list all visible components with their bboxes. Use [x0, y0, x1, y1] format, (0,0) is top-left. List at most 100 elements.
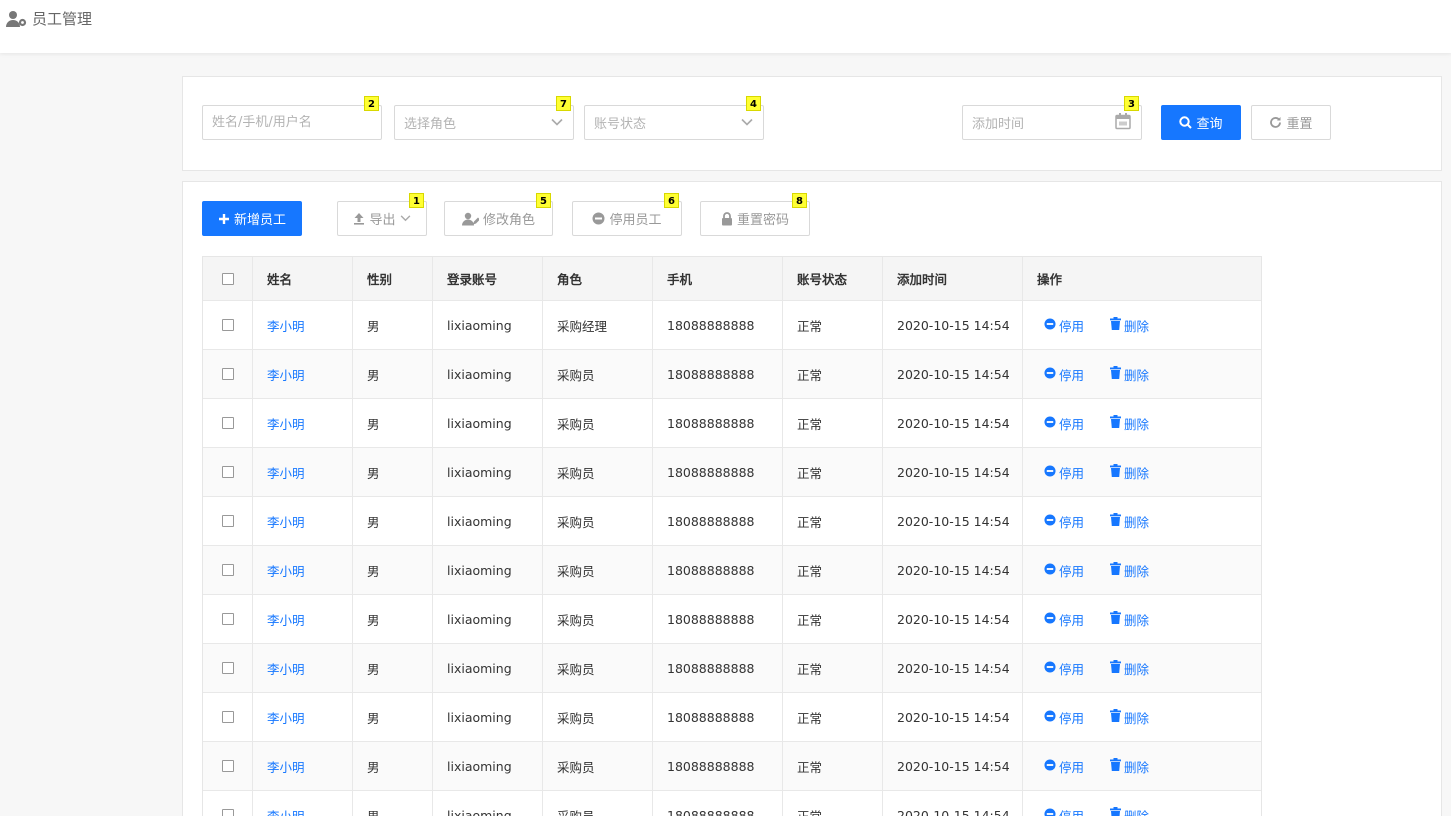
- minus-circle-icon: [1044, 660, 1056, 676]
- employee-name-link[interactable]: 李小明: [267, 365, 305, 384]
- delete-action[interactable]: 删除: [1110, 708, 1149, 727]
- minus-circle-icon: [1044, 317, 1056, 333]
- delete-action[interactable]: 删除: [1110, 806, 1149, 816]
- user-edit-icon: [461, 212, 479, 226]
- time-cell: 2020-10-15 14:54: [883, 595, 1023, 643]
- delete-action[interactable]: 删除: [1110, 757, 1149, 776]
- annotation-badge: 7: [556, 96, 571, 111]
- employee-name-link[interactable]: 李小明: [267, 659, 305, 678]
- time-cell: 2020-10-15 14:54: [883, 448, 1023, 496]
- disable-action[interactable]: 停用: [1044, 463, 1084, 482]
- phone-cell: 18088888888: [653, 497, 783, 545]
- table-row: 李小明 男 lixiaoming 采购员 18088888888 正常 2020…: [203, 399, 1261, 448]
- status-cell: 正常: [783, 693, 883, 741]
- disable-action[interactable]: 停用: [1044, 414, 1084, 433]
- status-select[interactable]: 账号状态: [584, 105, 764, 140]
- employee-name-link[interactable]: 李小明: [267, 708, 305, 727]
- role-cell: 采购员: [543, 399, 653, 447]
- role-select-placeholder: 选择角色: [404, 117, 457, 132]
- disable-action[interactable]: 停用: [1044, 610, 1084, 629]
- delete-action[interactable]: 删除: [1110, 610, 1149, 629]
- employee-name-link[interactable]: 李小明: [267, 806, 305, 816]
- time-cell: 2020-10-15 14:54: [883, 644, 1023, 692]
- name-cell: 李小明: [253, 448, 353, 496]
- trash-icon: [1110, 562, 1122, 578]
- query-button[interactable]: 查询: [1161, 105, 1241, 140]
- row-select-cell: [203, 448, 253, 496]
- add-employee-button[interactable]: 新增员工: [202, 201, 302, 236]
- status-cell: 正常: [783, 791, 883, 816]
- disable-action[interactable]: 停用: [1044, 757, 1084, 776]
- employee-name-link[interactable]: 李小明: [267, 316, 305, 335]
- delete-action[interactable]: 删除: [1110, 512, 1149, 531]
- employee-name-link[interactable]: 李小明: [267, 757, 305, 776]
- row-select-cell: [203, 693, 253, 741]
- account-cell: lixiaoming: [433, 742, 543, 790]
- account-cell: lixiaoming: [433, 497, 543, 545]
- disable-action[interactable]: 停用: [1044, 316, 1084, 335]
- gender-cell: 男: [353, 301, 433, 349]
- name-cell: 李小明: [253, 791, 353, 816]
- chevron-down-icon: [741, 115, 753, 130]
- delete-action[interactable]: 删除: [1110, 365, 1149, 384]
- time-cell: 2020-10-15 14:54: [883, 791, 1023, 816]
- name-cell: 李小明: [253, 497, 353, 545]
- refresh-icon: [1269, 116, 1282, 129]
- delete-action[interactable]: 删除: [1110, 659, 1149, 678]
- disable-action-label: 停用: [1059, 514, 1085, 530]
- time-cell: 2020-10-15 14:54: [883, 350, 1023, 398]
- row-checkbox[interactable]: [221, 613, 234, 625]
- reset-button[interactable]: 重置: [1251, 105, 1331, 140]
- row-checkbox[interactable]: [221, 466, 234, 478]
- trash-icon: [1110, 660, 1122, 676]
- delete-action[interactable]: 删除: [1110, 316, 1149, 335]
- minus-circle-icon: [592, 212, 605, 225]
- employee-name-link[interactable]: 李小明: [267, 561, 305, 580]
- row-checkbox[interactable]: [221, 760, 234, 772]
- disable-action[interactable]: 停用: [1044, 561, 1084, 580]
- row-checkbox[interactable]: [221, 809, 234, 816]
- row-checkbox[interactable]: [221, 417, 234, 429]
- row-checkbox[interactable]: [221, 711, 234, 723]
- search-input[interactable]: [212, 115, 381, 130]
- disable-action[interactable]: 停用: [1044, 512, 1084, 531]
- trash-icon: [1110, 366, 1122, 382]
- search-input-wrapper[interactable]: [202, 105, 382, 140]
- select-all-checkbox[interactable]: [221, 272, 234, 285]
- row-select-cell: [203, 546, 253, 594]
- row-checkbox[interactable]: [221, 662, 234, 674]
- gender-cell: 男: [353, 350, 433, 398]
- disable-action[interactable]: 停用: [1044, 659, 1084, 678]
- row-checkbox[interactable]: [221, 515, 234, 527]
- table-row: 李小明 男 lixiaoming 采购员 18088888888 正常 2020…: [203, 497, 1261, 546]
- disable-action-label: 停用: [1059, 563, 1085, 579]
- delete-action[interactable]: 删除: [1110, 414, 1149, 433]
- delete-action[interactable]: 删除: [1110, 463, 1149, 482]
- actions-cell: 停用 删除: [1023, 644, 1261, 692]
- role-cell: 采购员: [543, 791, 653, 816]
- date-picker[interactable]: 添加时间: [962, 105, 1142, 140]
- employee-name-link[interactable]: 李小明: [267, 463, 305, 482]
- role-select[interactable]: 选择角色: [394, 105, 574, 140]
- annotation-badge: 8: [792, 193, 807, 208]
- disable-action[interactable]: 停用: [1044, 708, 1084, 727]
- delete-action-label: 删除: [1124, 563, 1150, 579]
- disable-action[interactable]: 停用: [1044, 806, 1084, 816]
- row-checkbox[interactable]: [221, 368, 234, 380]
- actions-cell: 停用 删除: [1023, 546, 1261, 594]
- employee-name-link[interactable]: 李小明: [267, 512, 305, 531]
- account-cell: lixiaoming: [433, 350, 543, 398]
- row-select-cell: [203, 301, 253, 349]
- employee-name-link[interactable]: 李小明: [267, 414, 305, 433]
- disable-action-label: 停用: [1059, 759, 1085, 775]
- column-header: 性别: [353, 257, 433, 300]
- column-header: 手机: [653, 257, 783, 300]
- row-checkbox[interactable]: [221, 319, 234, 331]
- delete-action[interactable]: 删除: [1110, 561, 1149, 580]
- phone-cell: 18088888888: [653, 546, 783, 594]
- employee-name-link[interactable]: 李小明: [267, 610, 305, 629]
- disable-action[interactable]: 停用: [1044, 365, 1084, 384]
- table-row: 李小明 男 lixiaoming 采购员 18088888888 正常 2020…: [203, 350, 1261, 399]
- trash-icon: [1110, 464, 1122, 480]
- row-checkbox[interactable]: [221, 564, 234, 576]
